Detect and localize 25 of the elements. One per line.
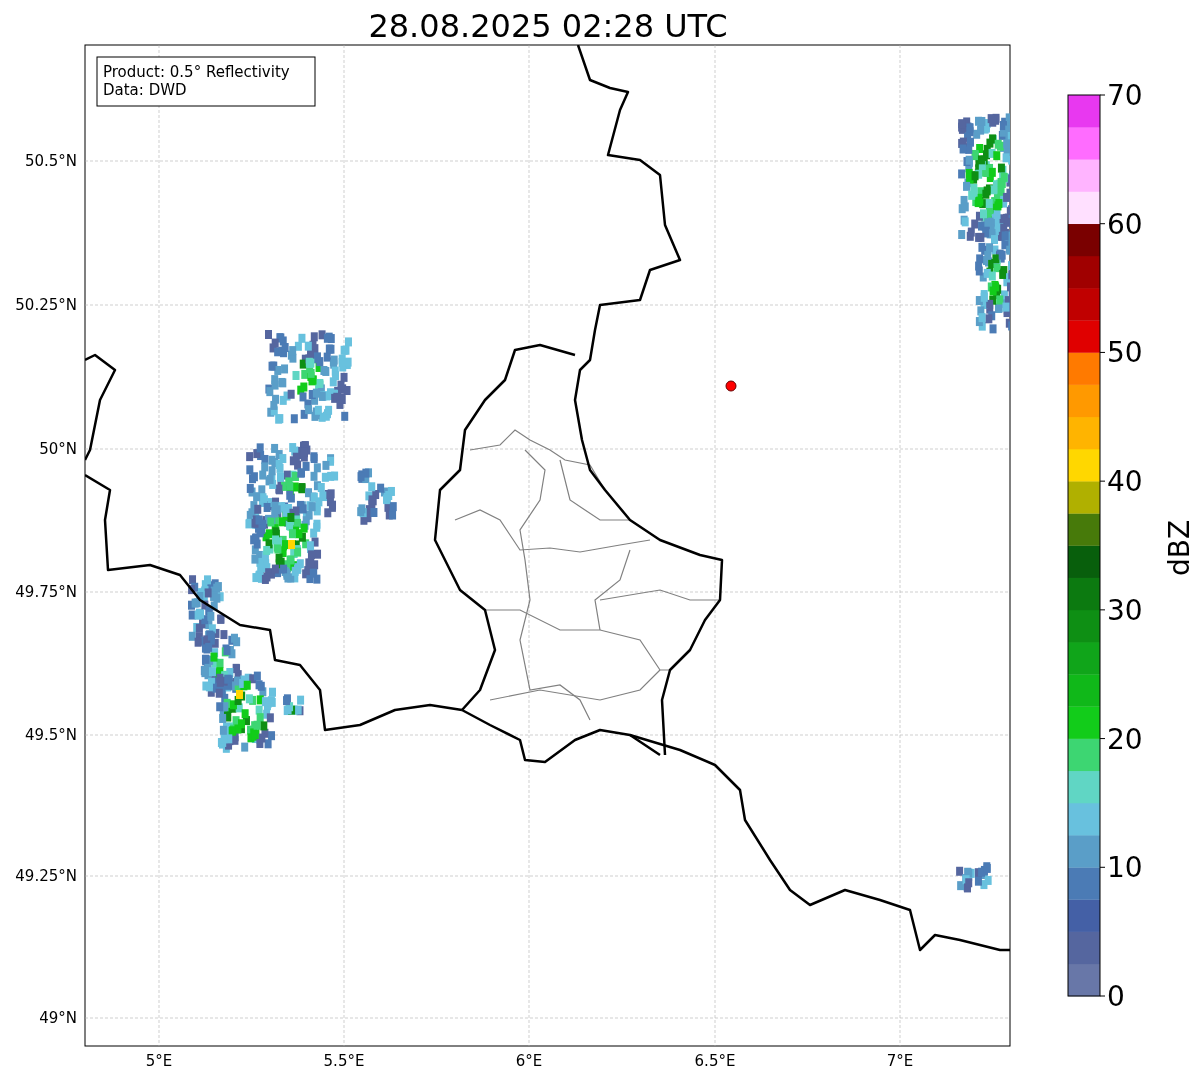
colorbar-tick-label: 30 — [1107, 593, 1143, 627]
latitude-label: 49.5°N — [24, 726, 77, 744]
colorbar-tick-label: 0 — [1107, 980, 1125, 1013]
latitude-label: 49.75°N — [15, 583, 77, 601]
longitude-label: 6.5°E — [694, 1052, 736, 1070]
chart-title: 28.08.2025 02:28 UTC — [368, 7, 728, 45]
longitude-label: 5°E — [145, 1052, 173, 1070]
colorbar-tick-label: 10 — [1107, 851, 1143, 885]
latitude-label: 50.5°N — [24, 152, 77, 170]
colorbar-tick-label: 50 — [1107, 336, 1143, 370]
info-text: Product: 0.5° Reflectivity — [103, 63, 290, 81]
longitude-label: 7°E — [886, 1052, 914, 1070]
longitude-label: 6°E — [515, 1052, 543, 1070]
latitude-label: 50°N — [39, 440, 77, 458]
latitude-label: 49°N — [39, 1009, 77, 1027]
info-text: Data: DWD — [103, 81, 187, 99]
radar-site-marker — [725, 380, 737, 392]
longitude-label: 5.5°E — [323, 1052, 365, 1070]
colorbar-tick-label: 60 — [1107, 207, 1143, 241]
colorbar-label: dBZ — [1163, 519, 1196, 577]
colorbar-tick-label: 20 — [1107, 722, 1143, 756]
colorbar-tick-label: 40 — [1107, 465, 1143, 499]
latitude-label: 49.25°N — [15, 867, 77, 885]
colorbar-tick-label: 70 — [1107, 79, 1143, 112]
latitude-label: 50.25°N — [15, 296, 77, 314]
